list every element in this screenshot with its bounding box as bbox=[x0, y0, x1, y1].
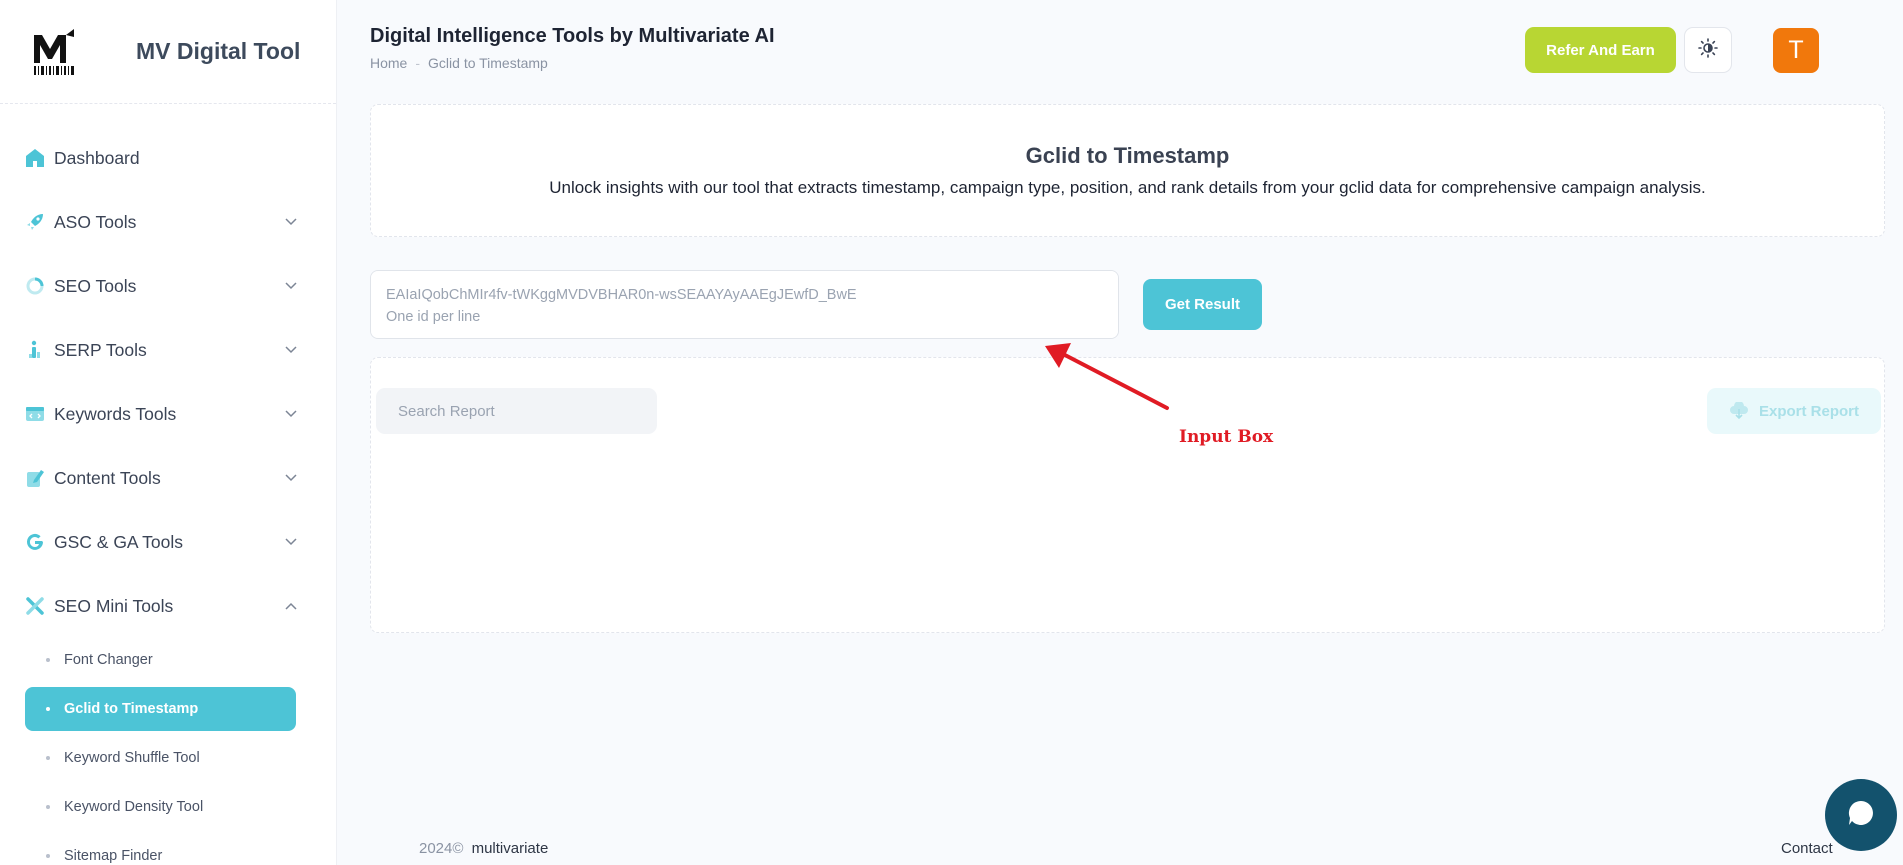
chevron-up-icon bbox=[284, 599, 298, 613]
sidebar-item-label: SEO Mini Tools bbox=[54, 595, 174, 616]
chevron-down-icon bbox=[284, 215, 298, 229]
sidebar-subitem-gclid-to-timestamp[interactable]: Gclid to Timestamp bbox=[25, 687, 296, 731]
sidebar-submenu: Font Changer Gclid to Timestamp Keyword … bbox=[0, 638, 336, 865]
sidebar-subitem-keyword-density-tool[interactable]: Keyword Density Tool bbox=[25, 785, 296, 829]
search-report-input[interactable] bbox=[376, 388, 657, 434]
footer-brand-link[interactable]: multivariate bbox=[472, 840, 549, 857]
breadcrumb: Home - Gclid to Timestamp bbox=[370, 55, 548, 71]
tool-intro-card: Gclid to Timestamp Unlock insights with … bbox=[370, 104, 1885, 237]
brand-header: MV Digital Tool bbox=[0, 0, 336, 104]
tools-cross-icon bbox=[25, 596, 45, 616]
sun-icon bbox=[1698, 37, 1718, 63]
gclid-input[interactable] bbox=[370, 270, 1119, 339]
brand-title: MV Digital Tool bbox=[136, 38, 301, 64]
breadcrumb-current: Gclid to Timestamp bbox=[428, 55, 548, 71]
sidebar-item-label: GSC & GA Tools bbox=[54, 531, 184, 552]
sidebar-subitem-sitemap-finder[interactable]: Sitemap Finder bbox=[25, 834, 296, 865]
sidebar-item-seo-mini-tools[interactable]: SEO Mini Tools bbox=[0, 574, 336, 638]
sidebar-subitem-label: Gclid to Timestamp bbox=[64, 701, 199, 717]
sidebar-item-label: ASO Tools bbox=[54, 211, 137, 232]
annotation-arrow-icon bbox=[1045, 343, 1169, 410]
chevron-down-icon bbox=[284, 535, 298, 549]
chat-bubble-icon bbox=[1846, 798, 1876, 833]
refer-and-earn-button[interactable]: Refer And Earn bbox=[1525, 27, 1676, 73]
footer-copyright: 2024© multivariate bbox=[419, 840, 548, 857]
tool-title: Gclid to Timestamp bbox=[1025, 143, 1230, 168]
mv-logo-icon[interactable] bbox=[32, 28, 78, 75]
sidebar-item-label: SEO Tools bbox=[54, 275, 137, 296]
bullet-icon bbox=[46, 658, 50, 662]
tool-description: Unlock insights with our tool that extra… bbox=[549, 178, 1706, 197]
sidebar-item-dashboard[interactable]: Dashboard bbox=[0, 126, 336, 190]
person-info-icon bbox=[25, 340, 45, 360]
get-result-button[interactable]: Get Result bbox=[1143, 279, 1262, 330]
browser-code-icon bbox=[25, 404, 45, 424]
sidebar-item-seo-tools[interactable]: SEO Tools bbox=[0, 254, 336, 318]
chat-launcher-button[interactable] bbox=[1825, 779, 1897, 851]
cloud-download-icon bbox=[1729, 402, 1749, 420]
sidebar-subitem-label: Keyword Shuffle Tool bbox=[64, 750, 200, 766]
sidebar-item-label: Keywords Tools bbox=[54, 403, 177, 424]
sidebar-item-content-tools[interactable]: Content Tools bbox=[0, 446, 336, 510]
sidebar-subitem-label: Keyword Density Tool bbox=[64, 799, 204, 815]
sidebar-subitem-keyword-shuffle-tool[interactable]: Keyword Shuffle Tool bbox=[25, 736, 296, 780]
footer-contact-link[interactable]: Contact bbox=[1781, 840, 1833, 857]
sidebar-nav: Dashboard ASO Tools SEO Tools SERP Tools bbox=[0, 104, 336, 865]
footer-year: 2024© bbox=[419, 840, 464, 857]
sidebar-subitem-label: Sitemap Finder bbox=[64, 848, 163, 864]
sidebar-item-aso-tools[interactable]: ASO Tools bbox=[0, 190, 336, 254]
chevron-down-icon bbox=[284, 407, 298, 421]
bullet-icon bbox=[46, 805, 50, 809]
sidebar-subitem-label: Font Changer bbox=[64, 652, 153, 668]
sidebar-item-label: SERP Tools bbox=[54, 339, 147, 360]
chevron-down-icon bbox=[284, 471, 298, 485]
breadcrumb-separator: - bbox=[415, 55, 421, 71]
bullet-icon bbox=[46, 707, 50, 711]
breadcrumb-home-link[interactable]: Home bbox=[370, 55, 407, 71]
sidebar: MV Digital Tool Dashboard ASO Tools SEO … bbox=[0, 0, 337, 865]
home-icon bbox=[25, 148, 45, 168]
chevron-down-icon bbox=[284, 343, 298, 357]
chevron-down-icon bbox=[284, 279, 298, 293]
bullet-icon bbox=[46, 854, 50, 858]
sidebar-item-keywords-tools[interactable]: Keywords Tools bbox=[0, 382, 336, 446]
theme-toggle-button[interactable] bbox=[1684, 27, 1732, 73]
sidebar-item-label: Content Tools bbox=[54, 467, 161, 488]
google-icon bbox=[25, 532, 45, 552]
sidebar-subitem-font-changer[interactable]: Font Changer bbox=[25, 638, 296, 682]
avatar[interactable]: T bbox=[1773, 28, 1819, 73]
annotation-label: Input Box bbox=[1179, 427, 1274, 447]
rocket-icon bbox=[25, 212, 45, 232]
sidebar-item-serp-tools[interactable]: SERP Tools bbox=[0, 318, 336, 382]
export-report-label: Export Report bbox=[1758, 402, 1859, 420]
bullet-icon bbox=[46, 756, 50, 760]
page-title: Digital Intelligence Tools by Multivaria… bbox=[370, 25, 775, 47]
edit-document-icon bbox=[25, 468, 45, 488]
sidebar-item-label: Dashboard bbox=[54, 147, 140, 168]
export-report-button[interactable]: Export Report bbox=[1707, 388, 1881, 434]
donut-chart-icon bbox=[25, 276, 45, 296]
sidebar-item-gsc-ga-tools[interactable]: GSC & GA Tools bbox=[0, 510, 336, 574]
